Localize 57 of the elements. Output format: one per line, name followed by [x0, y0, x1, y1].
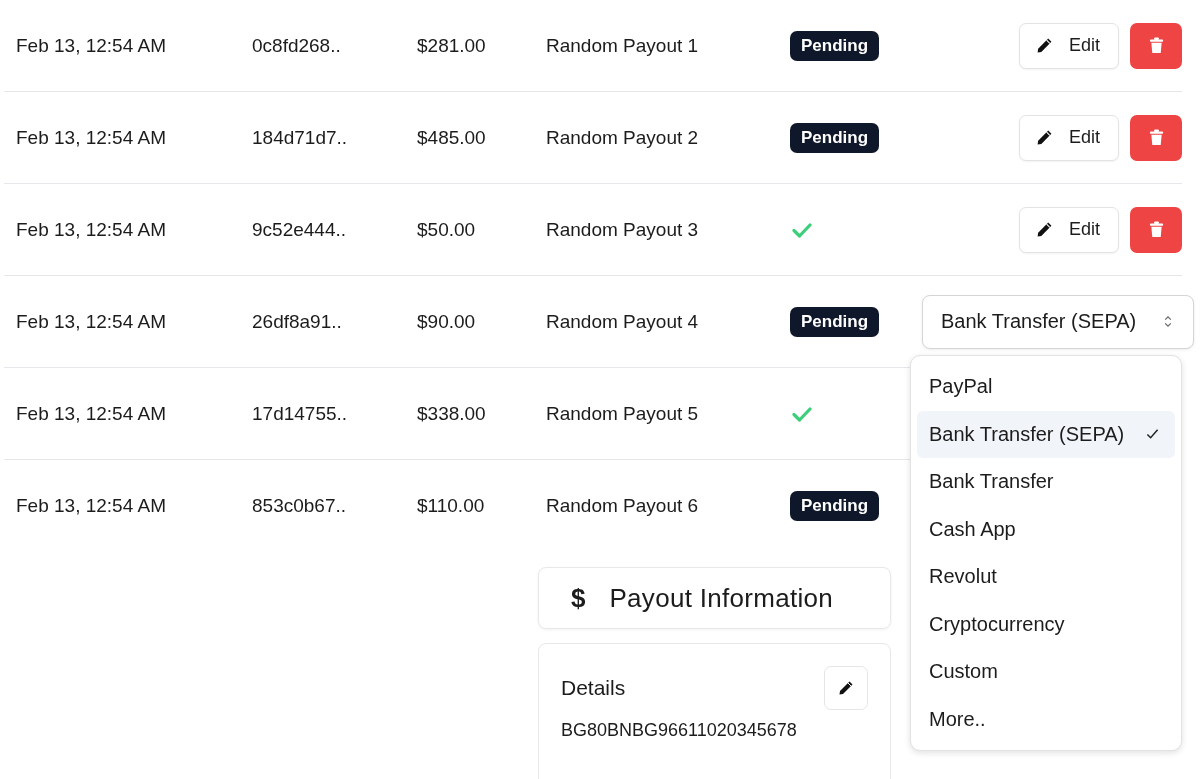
chevron-updown-icon: [1163, 314, 1173, 329]
dropdown-option[interactable]: Custom: [917, 648, 1175, 696]
pencil-icon: [1035, 129, 1053, 146]
edit-details-button[interactable]: [824, 666, 868, 710]
date-cell-text: Feb 13, 12:54 AM: [15, 310, 167, 333]
pencil-icon: [1035, 37, 1053, 54]
section-title: Payout Information: [609, 582, 834, 614]
name-cell-text: Random Payout 5: [546, 402, 700, 425]
trash-icon: [1148, 37, 1164, 54]
dropdown-option[interactable]: PayPal: [917, 363, 1175, 411]
date-cell-text: Feb 13, 12:54 AM: [15, 126, 167, 149]
pencil-icon: [838, 680, 854, 696]
name-cell-text: Random Payout 2: [546, 126, 700, 149]
id-cell-text: 0c8fd268..: [252, 34, 342, 57]
date-cell-text: Feb 13, 12:54 AM: [15, 218, 167, 241]
delete-button[interactable]: [1130, 206, 1182, 253]
name-cell-text: Random Payout 1: [546, 34, 700, 57]
amount-cell-text: $485.00: [417, 126, 487, 149]
dropdown-option[interactable]: Bank Transfer (SEPA): [917, 410, 1175, 458]
date-cell-text: Feb 13, 12:54 AM: [15, 402, 167, 425]
date-cell-text: Feb 13, 12:54 AM: [15, 34, 167, 57]
dropdown-option[interactable]: Bank Transfer: [917, 458, 1175, 506]
amount-cell-text: $90.00: [417, 310, 477, 333]
amount-cell-text: $50.00: [417, 218, 477, 241]
dropdown-option[interactable]: Cryptocurrency: [917, 600, 1175, 648]
payment-method-select[interactable]: Bank Transfer (SEPA): [922, 294, 1194, 349]
iban-text: BG80BNBG96611020345678: [561, 720, 798, 741]
edit-button[interactable]: Edit: [1018, 22, 1119, 69]
trash-icon: [1148, 129, 1164, 146]
amount-cell-text: $281.00: [417, 34, 487, 57]
dropdown-option[interactable]: Cash App: [917, 505, 1175, 553]
id-cell-text: 26df8a91..: [252, 310, 343, 333]
edit-button[interactable]: Edit: [1018, 206, 1119, 253]
dollar-icon: $: [571, 582, 586, 614]
trash-icon: [1148, 221, 1164, 238]
edit-button[interactable]: Edit: [1018, 114, 1119, 161]
dropdown-option[interactable]: More..: [917, 695, 1175, 743]
pencil-icon: [1035, 221, 1053, 238]
delete-button[interactable]: [1130, 114, 1182, 161]
name-cell-text: Random Payout 4: [546, 310, 700, 333]
status-badge: Pending: [790, 122, 880, 153]
amount-cell-text: $110.00: [417, 494, 486, 517]
date-cell-text: Feb 13, 12:54 AM: [15, 494, 167, 517]
status-badge: Pending: [790, 490, 880, 521]
checkmark-icon: [1146, 428, 1159, 441]
id-cell-text: 17d14755..: [252, 402, 349, 425]
delete-button[interactable]: [1130, 22, 1182, 69]
amount-cell-text: $338.00: [417, 402, 487, 425]
details-title: Details: [561, 676, 626, 700]
name-cell-text: Random Payout 6: [546, 494, 700, 517]
dropdown-option[interactable]: Revolut: [917, 553, 1175, 601]
status-badge: Pending: [790, 30, 880, 61]
id-cell-text: 853c0b67..: [252, 494, 348, 517]
id-cell-text: 9c52e444..: [252, 218, 348, 241]
name-cell-text: Random Payout 3: [546, 218, 700, 241]
status-badge: Pending: [790, 306, 880, 337]
id-cell-text: 184d71d7..: [252, 126, 349, 149]
